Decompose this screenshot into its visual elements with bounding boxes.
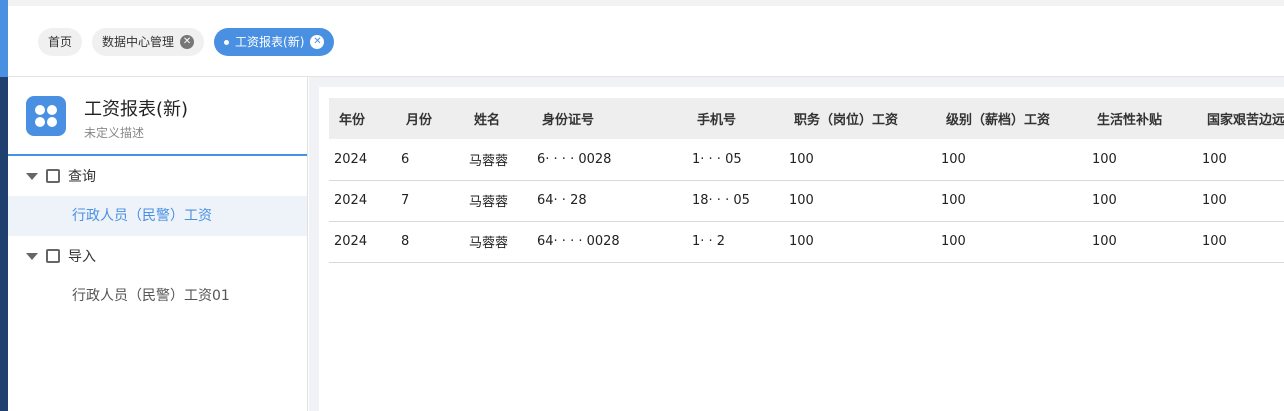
cell-id-number: 6· · · · 0028 — [532, 139, 687, 181]
sidebar: 工资报表(新) 未定义描述 查询 行政人员（民警）工资 导入 行政人员（民警）工… — [8, 77, 308, 411]
cell-phone: 1· · 2 — [687, 221, 784, 263]
app-clover-icon — [26, 96, 66, 136]
caret-down-icon — [26, 172, 38, 180]
cell-month: 8 — [396, 221, 464, 263]
sidebar-group-label: 导入 — [68, 249, 96, 265]
cell-year: 2024 — [329, 139, 396, 181]
column-header[interactable]: 职务（岗位）工资 — [784, 98, 936, 139]
cell-month: 6 — [396, 139, 464, 181]
cell-position-wage: 100 — [784, 139, 936, 181]
cell-year: 2024 — [329, 221, 396, 263]
cell-phone: 1· · · 05 — [687, 139, 784, 181]
cell-level-wage: 100 — [936, 221, 1087, 263]
left-edge-strip — [0, 0, 8, 411]
cell-level-wage: 100 — [936, 180, 1087, 222]
tab-list: 首页 数据中心管理 ✕ 工资报表(新) ✕ — [38, 28, 335, 56]
main-content: 年份 月份 姓名 身份证号 手机号 职务（岗位）工资 级别（薪档）工资 生活性补… — [309, 77, 1284, 411]
cell-remote-subsidy: 100 — [1197, 180, 1284, 222]
column-header[interactable]: 级别（薪档）工资 — [936, 98, 1087, 139]
table-header-row: 年份 月份 姓名 身份证号 手机号 职务（岗位）工资 级别（薪档）工资 生活性补… — [329, 98, 1284, 139]
sidebar-title: 工资报表(新) — [84, 99, 189, 120]
column-header[interactable]: 手机号 — [687, 98, 784, 139]
column-header[interactable]: 国家艰苦边远 — [1197, 98, 1284, 139]
sidebar-group-import[interactable]: 导入 — [8, 236, 307, 276]
sidebar-group-label: 查询 — [68, 169, 96, 185]
cell-position-wage: 100 — [784, 221, 936, 263]
cell-name: 马蓉蓉 — [464, 221, 532, 263]
sidebar-subtitle: 未定义描述 — [84, 126, 145, 140]
cell-name: 马蓉蓉 — [464, 139, 532, 181]
tab-data-center-label: 数据中心管理 — [102, 35, 175, 49]
import-icon — [46, 249, 60, 263]
close-icon[interactable]: ✕ — [180, 35, 195, 49]
cell-living-subsidy: 100 — [1087, 139, 1197, 181]
column-header[interactable]: 年份 — [329, 98, 396, 139]
sidebar-header: 工资报表(新) 未定义描述 — [8, 77, 307, 156]
cell-position-wage: 100 — [784, 180, 936, 222]
left-edge-accent — [0, 0, 8, 77]
close-icon[interactable]: ✕ — [310, 35, 325, 49]
cell-name: 马蓉蓉 — [464, 180, 532, 222]
table-row[interactable]: 2024 7 马蓉蓉 64· · 28 18· · · 05 100 100 1… — [329, 180, 1284, 222]
table-row[interactable]: 2024 6 马蓉蓉 6· · · · 0028 1· · · 05 100 1… — [329, 139, 1284, 181]
tab-home[interactable]: 首页 — [38, 28, 83, 56]
cell-remote-subsidy: 100 — [1197, 139, 1284, 181]
tab-data-center[interactable]: 数据中心管理 ✕ — [92, 28, 205, 56]
sidebar-item-admin-salary-01[interactable]: 行政人员（民警）工资01 — [8, 276, 307, 316]
cell-living-subsidy: 100 — [1087, 180, 1197, 222]
cell-month: 7 — [396, 180, 464, 222]
table-row[interactable]: 2024 8 马蓉蓉 64· · · · 0028 1· · 2 100 100… — [329, 221, 1284, 263]
table-panel: 年份 月份 姓名 身份证号 手机号 职务（岗位）工资 级别（薪档）工资 生活性补… — [319, 87, 1284, 411]
column-header[interactable]: 身份证号 — [532, 98, 687, 139]
sidebar-item-admin-salary[interactable]: 行政人员（民警）工资 — [8, 196, 307, 236]
top-tab-bar: 首页 数据中心管理 ✕ 工资报表(新) ✕ — [8, 0, 1284, 77]
active-dot-icon — [224, 39, 230, 45]
cell-phone: 18· · · 05 — [687, 180, 784, 222]
cell-living-subsidy: 100 — [1087, 221, 1197, 263]
cell-id-number: 64· · 28 — [532, 180, 687, 222]
tab-salary-report[interactable]: 工资报表(新) ✕ — [214, 28, 335, 56]
column-header[interactable]: 月份 — [396, 98, 464, 139]
tab-home-label: 首页 — [48, 35, 73, 49]
caret-down-icon — [26, 252, 38, 260]
column-header[interactable]: 姓名 — [464, 98, 532, 139]
cell-year: 2024 — [329, 180, 396, 222]
cell-level-wage: 100 — [936, 139, 1087, 181]
tab-salary-report-label: 工资报表(新) — [235, 35, 305, 49]
salary-table: 年份 月份 姓名 身份证号 手机号 职务（岗位）工资 级别（薪档）工资 生活性补… — [329, 98, 1284, 263]
cell-remote-subsidy: 100 — [1197, 221, 1284, 263]
query-icon — [46, 169, 60, 183]
sidebar-group-query[interactable]: 查询 — [8, 156, 307, 196]
cell-id-number: 64· · · · 0028 — [532, 221, 687, 263]
column-header[interactable]: 生活性补贴 — [1087, 98, 1197, 139]
